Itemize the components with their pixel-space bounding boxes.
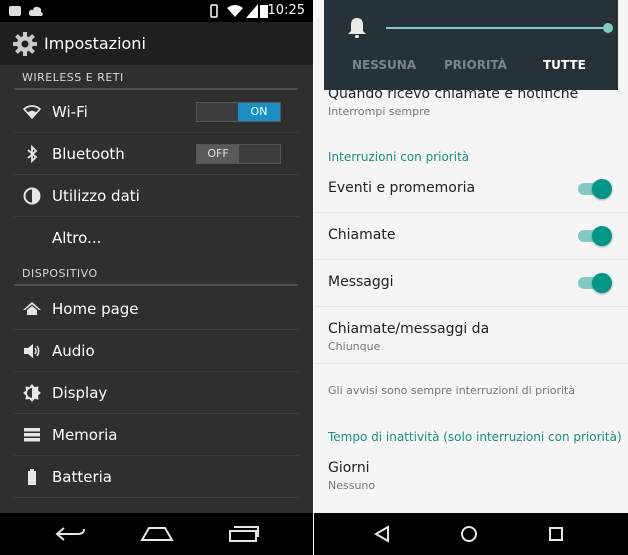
action-bar: Impostazioni	[0, 22, 313, 65]
volume-slider-thumb[interactable]	[603, 23, 613, 33]
priority-note: Gli avvisi sono sempre interruzioni di p…	[328, 384, 576, 397]
toggle-row-events[interactable]: Eventi e promemoria	[314, 166, 628, 212]
settings-item-label: Utilizzo dati	[52, 187, 140, 205]
settings-item-wifi[interactable]: Wi-Fi ON	[0, 91, 313, 133]
item-subtitle: Interrompi sempre	[328, 105, 431, 118]
settings-item-display[interactable]: Display	[0, 372, 313, 414]
item-subtitle: Nessuno	[328, 479, 376, 492]
days-item[interactable]: Giorni Nessuno	[314, 448, 628, 496]
toggle-on-label: ON	[238, 103, 280, 121]
downtime-section-header: Tempo di inattività (solo interruzioni c…	[328, 430, 622, 444]
tab-priority[interactable]: PRIORITÀ	[444, 58, 507, 72]
settings-item-label: Wi-Fi	[52, 103, 88, 121]
nav-bar	[314, 513, 628, 555]
nav-bar	[0, 513, 313, 555]
calls-messages-from-item[interactable]: Chiamate/messaggi da Chiunque	[314, 307, 628, 363]
messages-switch[interactable]	[578, 273, 612, 293]
clock: 10:25	[267, 3, 305, 18]
toggle-off-label: OFF	[197, 145, 239, 163]
status-bar: 10:25	[0, 0, 313, 22]
interruptions-screen: Quando ricevo chiamate e notifiche Inter…	[314, 0, 628, 555]
recents-icon[interactable]	[548, 526, 564, 542]
settings-item-audio[interactable]: Audio	[0, 330, 313, 372]
interruption-mode-tabs: NESSUNA PRIORITÀ TUTTE	[324, 58, 618, 78]
toggle-label: Eventi e promemoria	[328, 180, 476, 196]
bell-icon	[348, 18, 366, 38]
settings-item-bluetooth[interactable]: Bluetooth OFF	[0, 133, 313, 175]
recents-icon[interactable]	[228, 525, 260, 543]
settings-item-battery[interactable]: Batteria	[0, 456, 313, 498]
switch-thumb	[592, 226, 612, 246]
display-brightness-icon	[23, 384, 41, 402]
wifi-icon	[22, 105, 42, 120]
wifi-toggle[interactable]: ON	[196, 102, 281, 122]
settings-item-label: Memoria	[52, 426, 118, 444]
tab-all[interactable]: TUTTE	[543, 58, 586, 72]
item-title: Chiamate/messaggi da	[328, 321, 490, 337]
toggle-row-messages[interactable]: Messaggi	[314, 260, 628, 306]
toggle-row-calls[interactable]: Chiamate	[314, 213, 628, 259]
events-switch[interactable]	[578, 179, 612, 199]
settings-screen: 10:25 Impostazioni WIRELESS E RETI Wi-Fi…	[0, 0, 313, 555]
volume-interruptions-popup: NESSUNA PRIORITÀ TUTTE	[324, 0, 618, 90]
settings-item-more[interactable]: Altro...	[0, 217, 313, 259]
section-header-device: DISPOSITIVO	[22, 267, 98, 280]
home-button-icon[interactable]	[460, 525, 478, 543]
settings-item-data-usage[interactable]: Utilizzo dati	[0, 175, 313, 217]
bluetooth-icon	[27, 144, 38, 164]
settings-item-home[interactable]: Home page	[0, 288, 313, 330]
toggle-label: Messaggi	[328, 274, 394, 290]
wifi-signal-icon	[227, 5, 243, 17]
home-button-icon[interactable]	[140, 526, 174, 542]
screenshot-composite: 10:25 Impostazioni WIRELESS E RETI Wi-Fi…	[0, 0, 628, 555]
gear-icon[interactable]	[12, 31, 38, 57]
switch-thumb	[592, 179, 612, 199]
toggle-label: Chiamate	[328, 227, 396, 243]
item-subtitle: Chiunque	[328, 340, 381, 353]
calls-switch[interactable]	[578, 226, 612, 246]
storage-icon	[24, 428, 40, 442]
priority-section-header: Interruzioni con priorità	[328, 150, 470, 164]
section-header-wireless: WIRELESS E RETI	[22, 71, 124, 84]
bluetooth-toggle[interactable]: OFF	[196, 144, 281, 164]
volume-slider-track[interactable]	[386, 27, 608, 29]
row-divider	[14, 497, 299, 498]
home-icon	[23, 302, 41, 315]
settings-item-label: Batteria	[52, 468, 112, 486]
switch-thumb	[592, 273, 612, 293]
row-divider	[314, 363, 628, 364]
settings-item-label: Home page	[52, 300, 139, 318]
item-title: Giorni	[328, 460, 370, 476]
settings-item-label: Bluetooth	[52, 145, 125, 163]
speaker-icon	[24, 344, 40, 358]
back-icon[interactable]	[54, 525, 88, 543]
notification-icon	[9, 6, 21, 16]
tab-none[interactable]: NESSUNA	[352, 58, 416, 72]
section-divider	[14, 88, 298, 90]
settings-item-storage[interactable]: Memoria	[0, 414, 313, 456]
data-usage-icon	[23, 187, 41, 205]
settings-item-label: Audio	[52, 342, 95, 360]
settings-item-label: Altro...	[52, 229, 102, 247]
battery-icon	[28, 469, 36, 485]
section-divider	[14, 284, 298, 286]
vibrate-icon	[210, 4, 218, 18]
page-title: Impostazioni	[44, 34, 146, 53]
settings-item-label: Display	[52, 384, 108, 402]
cell-signal-icon	[246, 4, 258, 18]
cloud-check-icon	[28, 6, 43, 16]
back-icon[interactable]	[374, 525, 390, 543]
